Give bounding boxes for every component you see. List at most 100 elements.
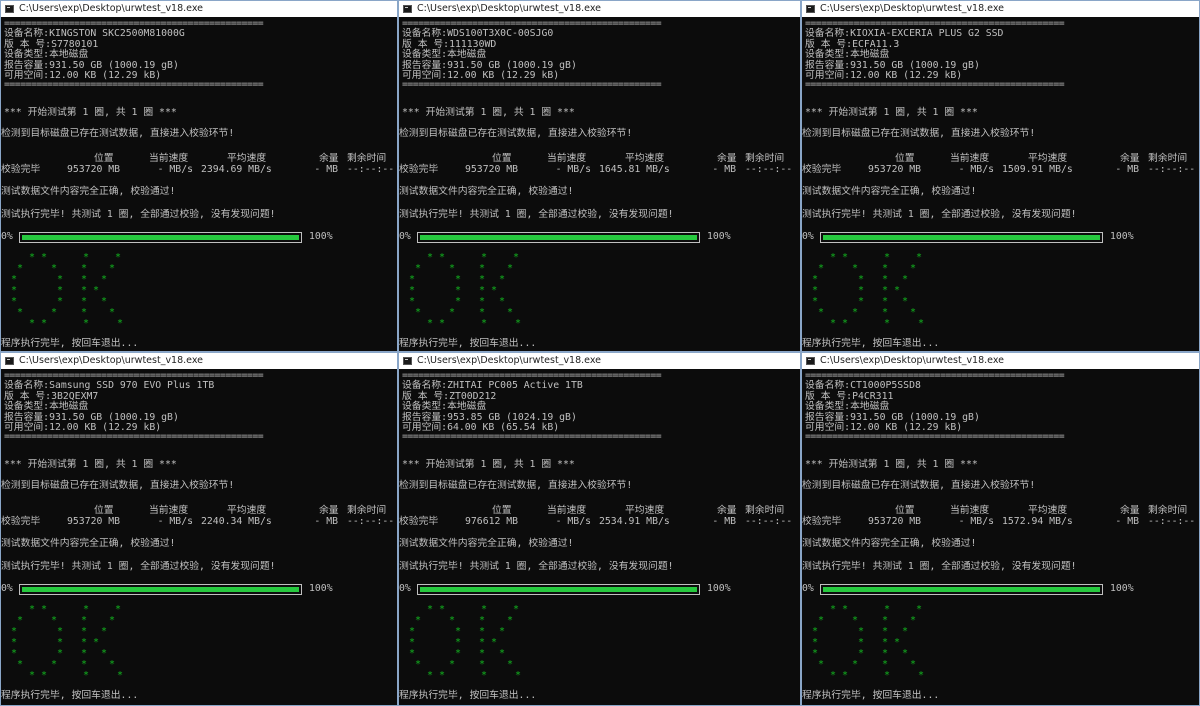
ok-art-star: * bbox=[439, 318, 446, 329]
capacity-label: 报告容量: bbox=[402, 59, 448, 71]
header-position: 位置 bbox=[895, 153, 915, 164]
ok-art-star: * bbox=[515, 318, 522, 329]
ok-art-star: * bbox=[515, 670, 522, 681]
existing-data-line: 检测到目标磁盘已存在测试数据, 直接进入校验环节! bbox=[802, 480, 1036, 491]
ok-art-star: * bbox=[479, 274, 486, 285]
header-current-speed: 当前速度 bbox=[950, 505, 990, 516]
device-name-value: KINGSTON SKC2500M81000G bbox=[49, 28, 185, 39]
console-window-1[interactable]: C:\Users\exp\Desktop\urwtest_v18.exe ===… bbox=[0, 0, 398, 352]
ok-art-star: * bbox=[409, 285, 416, 296]
console-window-3[interactable]: C:\Users\exp\Desktop\urwtest_v18.exe ===… bbox=[801, 0, 1200, 352]
title-bar[interactable]: C:\Users\exp\Desktop\urwtest_v18.exe bbox=[399, 353, 800, 369]
console-app-icon bbox=[806, 5, 815, 13]
ok-art-star: * bbox=[455, 626, 462, 637]
device-name-value: ZHITAI PC005 Active 1TB bbox=[447, 380, 583, 391]
version-value: ZT00D212 bbox=[449, 390, 497, 402]
verify-done-label: 校验完毕 bbox=[802, 516, 842, 527]
console-output: ========================================… bbox=[1, 369, 397, 705]
ok-art-star: * bbox=[479, 263, 486, 274]
console-window-2[interactable]: C:\Users\exp\Desktop\urwtest_v18.exe ===… bbox=[398, 0, 801, 352]
header-avg-speed: 平均速度 bbox=[227, 153, 267, 164]
separator-line: ========================================… bbox=[805, 431, 1065, 442]
device-name-value: KIOXIA-EXCERIA PLUS G2 SSD bbox=[850, 28, 1004, 39]
time-left-value: --:--:-- bbox=[1148, 164, 1196, 175]
exit-message-line: 程序执行完毕, 按回车退出... bbox=[802, 338, 940, 349]
console-output: ========================================… bbox=[399, 369, 800, 705]
verify-done-label: 校验完毕 bbox=[1, 516, 41, 527]
remaining-value: - MB bbox=[1115, 164, 1139, 175]
title-bar[interactable]: C:\Users\exp\Desktop\urwtest_v18.exe bbox=[1, 1, 397, 17]
ok-art-star: * bbox=[910, 659, 917, 670]
header-time-left: 剩余时间 bbox=[745, 505, 785, 516]
title-bar[interactable]: C:\Users\exp\Desktop\urwtest_v18.exe bbox=[802, 1, 1199, 17]
capacity-value: 931.50 GB (1000.19 gB) bbox=[49, 59, 179, 71]
ok-art-star: * bbox=[902, 274, 909, 285]
ok-art-star: * bbox=[11, 648, 18, 659]
console-window-4[interactable]: C:\Users\exp\Desktop\urwtest_v18.exe ===… bbox=[0, 352, 398, 706]
device-type-label: 设备类型: bbox=[4, 401, 50, 412]
ok-art-star: * bbox=[479, 615, 486, 626]
capacity-value: 931.50 GB (1000.19 gB) bbox=[850, 411, 980, 423]
ok-art-star: * bbox=[17, 263, 24, 274]
ok-art-star: * bbox=[455, 637, 462, 648]
version-value: 111130WD bbox=[449, 38, 497, 50]
ok-art-star: * bbox=[83, 604, 90, 615]
console-window-5[interactable]: C:\Users\exp\Desktop\urwtest_v18.exe ===… bbox=[398, 352, 801, 706]
ok-art-star: * bbox=[455, 648, 462, 659]
ok-art-star: * bbox=[812, 626, 819, 637]
progress-bar-fill bbox=[22, 587, 299, 592]
capacity-value: 953.85 GB (1024.19 gB) bbox=[447, 411, 577, 423]
ok-art-star: * bbox=[852, 263, 859, 274]
header-time-left: 剩余时间 bbox=[1148, 505, 1188, 516]
ok-art-star: * bbox=[41, 670, 48, 681]
ok-art-star: * bbox=[449, 659, 456, 670]
remaining-value: - MB bbox=[712, 164, 736, 175]
capacity-label: 报告容量: bbox=[805, 59, 851, 71]
position-value: 976612 MB bbox=[465, 516, 519, 527]
time-left-value: --:--:-- bbox=[347, 164, 395, 175]
device-type-label: 设备类型: bbox=[402, 49, 448, 60]
title-bar[interactable]: C:\Users\exp\Desktop\urwtest_v18.exe bbox=[802, 353, 1199, 369]
progress-bar-frame bbox=[417, 232, 700, 243]
header-remaining: 余量 bbox=[1120, 505, 1140, 516]
ok-art-star: * bbox=[479, 307, 486, 318]
ok-art-star: * bbox=[17, 307, 24, 318]
title-bar[interactable]: C:\Users\exp\Desktop\urwtest_v18.exe bbox=[1, 353, 397, 369]
capacity-label: 报告容量: bbox=[402, 411, 448, 423]
window-title: C:\Users\exp\Desktop\urwtest_v18.exe bbox=[19, 3, 204, 14]
ok-art-star: * bbox=[894, 637, 901, 648]
ok-art-star: * bbox=[910, 263, 917, 274]
ok-art-star: * bbox=[499, 274, 506, 285]
capacity-value: 931.50 GB (1000.19 gB) bbox=[49, 411, 179, 423]
console-output: ========================================… bbox=[1, 17, 397, 351]
avg-speed-value: 2394.69 MB/s bbox=[201, 164, 272, 175]
avg-speed-value: 2240.34 MB/s bbox=[201, 516, 272, 527]
console-output: ========================================… bbox=[802, 369, 1199, 705]
ok-art-star: * bbox=[507, 307, 514, 318]
ok-art-star: * bbox=[41, 604, 48, 615]
header-position: 位置 bbox=[492, 505, 512, 516]
console-window-6[interactable]: C:\Users\exp\Desktop\urwtest_v18.exe ===… bbox=[801, 352, 1200, 706]
ok-art-star: * bbox=[81, 626, 88, 637]
progress-start-label: 0% bbox=[802, 583, 814, 594]
ok-art-star: * bbox=[415, 659, 422, 670]
title-bar[interactable]: C:\Users\exp\Desktop\urwtest_v18.exe bbox=[399, 1, 800, 17]
time-left-value: --:--:-- bbox=[745, 516, 793, 527]
ok-art-star: * bbox=[93, 285, 100, 296]
ok-art-star: * bbox=[858, 296, 865, 307]
ok-art-star: * bbox=[415, 263, 422, 274]
ok-art-star: * bbox=[415, 615, 422, 626]
ok-art-star: * bbox=[884, 252, 891, 263]
ok-art-star: * bbox=[858, 637, 865, 648]
ok-art-star: * bbox=[409, 274, 416, 285]
ok-art-star: * bbox=[513, 604, 520, 615]
existing-data-line: 检测到目标磁盘已存在测试数据, 直接进入校验环节! bbox=[399, 480, 633, 491]
ok-art-star: * bbox=[41, 252, 48, 263]
ok-art-star: * bbox=[491, 637, 498, 648]
header-current-speed: 当前速度 bbox=[149, 505, 189, 516]
start-test-line: *** 开始测试第 1 圈, 共 1 圈 *** bbox=[805, 459, 978, 470]
progress-start-label: 0% bbox=[399, 583, 411, 594]
position-value: 953720 MB bbox=[465, 164, 519, 175]
header-current-speed: 当前速度 bbox=[149, 153, 189, 164]
ok-art-star: * bbox=[507, 615, 514, 626]
